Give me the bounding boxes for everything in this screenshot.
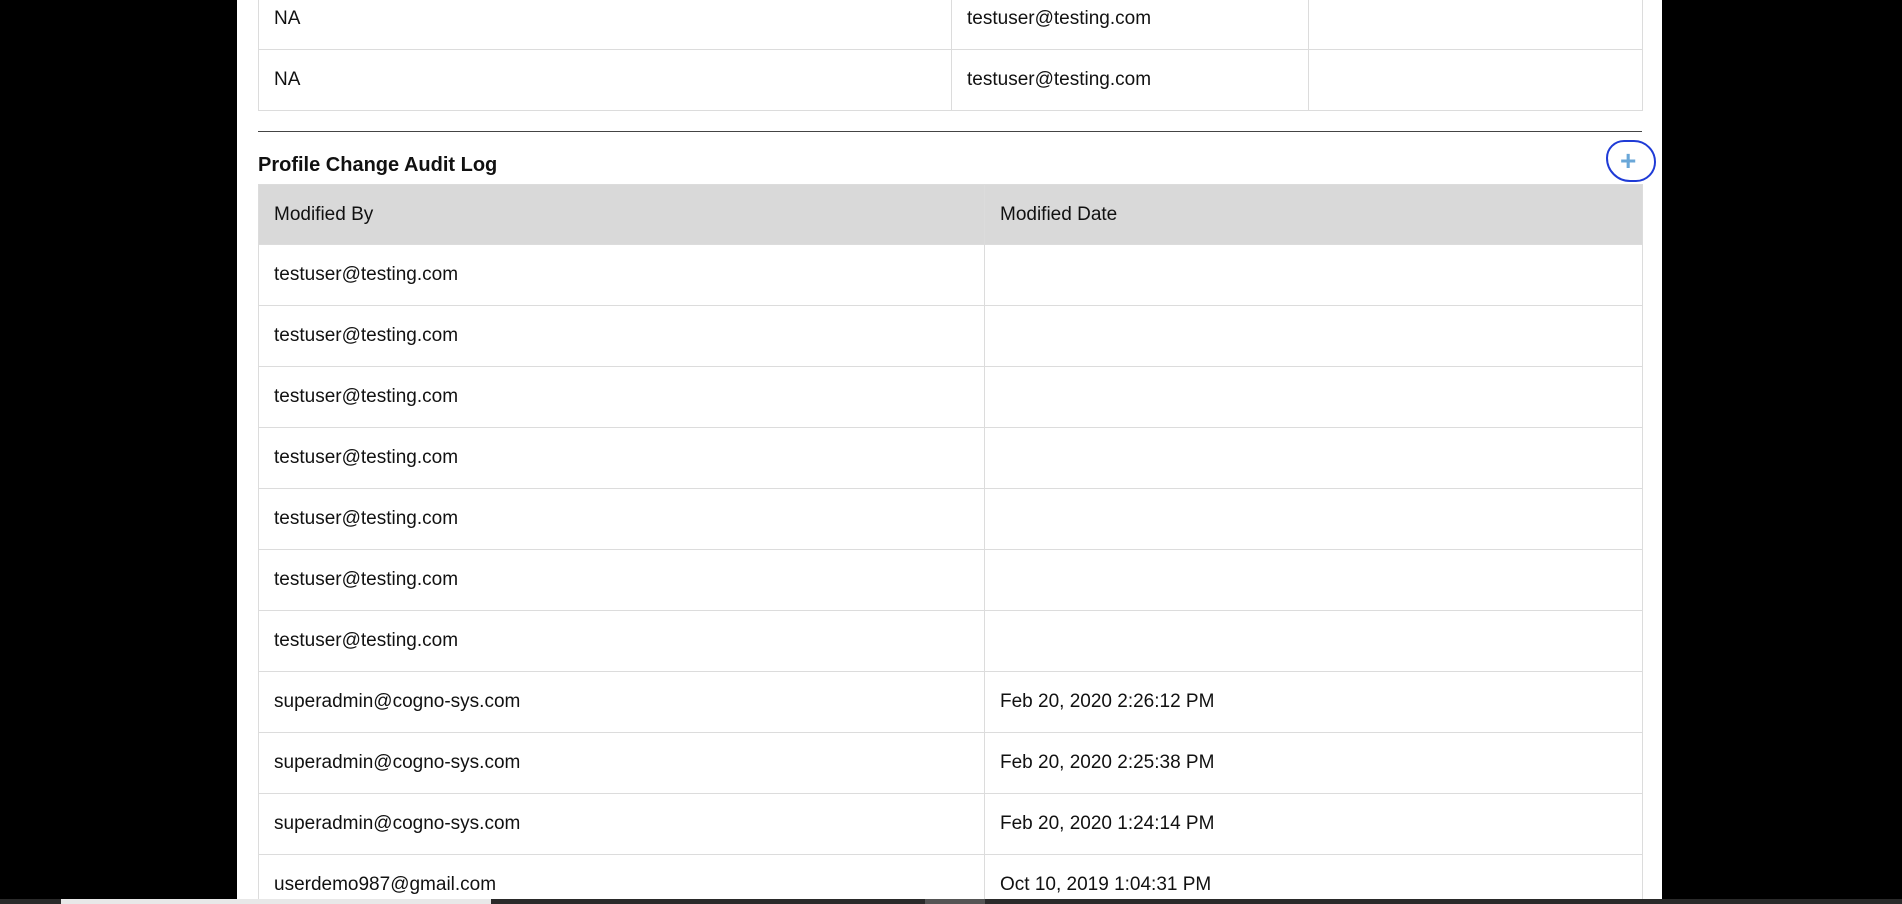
modified-by-cell: superadmin@cogno-sys.com [258, 671, 985, 733]
content: NA testuser@testing.com NA testuser@test… [258, 0, 1656, 904]
table-cell: NA [258, 49, 952, 111]
expand-button[interactable]: + [1606, 140, 1656, 182]
table-row: NA testuser@testing.com [258, 0, 1643, 50]
modified-date-cell [984, 549, 1643, 611]
table-row: testuser@testing.com [258, 488, 1643, 550]
modified-date-cell: Feb 20, 2020 2:26:12 PM [984, 671, 1643, 733]
table-row: testuser@testing.com [258, 610, 1643, 672]
column-header-modified-date[interactable]: Modified Date [984, 184, 1643, 245]
modified-date-cell [984, 244, 1643, 306]
modified-by-cell: testuser@testing.com [258, 610, 985, 672]
modified-by-cell: testuser@testing.com [258, 488, 985, 550]
table-row: superadmin@cogno-sys.com Feb 20, 2020 2:… [258, 732, 1643, 794]
modified-by-cell: superadmin@cogno-sys.com [258, 793, 985, 855]
table-row: testuser@testing.com [258, 427, 1643, 489]
modified-date-cell: Oct 10, 2019 1:04:31 PM [984, 854, 1643, 904]
modified-date-cell: Feb 20, 2020 1:24:14 PM [984, 793, 1643, 855]
modified-date-cell [984, 305, 1643, 367]
top-table: NA testuser@testing.com NA testuser@test… [258, 0, 1643, 111]
plus-icon: + [1620, 145, 1637, 176]
modified-by-cell: testuser@testing.com [258, 305, 985, 367]
horizontal-scrollbar[interactable] [0, 899, 1902, 904]
table-row: testuser@testing.com [258, 366, 1643, 428]
modified-by-cell: testuser@testing.com [258, 244, 985, 306]
table-row: userdemo987@gmail.com Oct 10, 2019 1:04:… [258, 854, 1643, 904]
table-cell: testuser@testing.com [951, 0, 1309, 50]
scrollbar-thumb[interactable] [61, 899, 491, 904]
scrollbar-segment [925, 899, 985, 904]
table-header-row: Modified By Modified Date [258, 184, 1643, 245]
table-cell [1308, 0, 1643, 50]
modified-date-cell: Feb 20, 2020 2:25:38 PM [984, 732, 1643, 794]
table-row: testuser@testing.com [258, 244, 1643, 306]
modified-by-cell: testuser@testing.com [258, 366, 985, 428]
section-title: Profile Change Audit Log [258, 154, 498, 176]
modified-date-cell [984, 488, 1643, 550]
column-header-modified-by[interactable]: Modified By [258, 184, 985, 245]
modified-by-cell: userdemo987@gmail.com [258, 854, 985, 904]
table-row: superadmin@cogno-sys.com Feb 20, 2020 1:… [258, 793, 1643, 855]
modified-by-cell: superadmin@cogno-sys.com [258, 732, 985, 794]
modified-date-cell [984, 427, 1643, 489]
modified-date-cell [984, 610, 1643, 672]
table-row: superadmin@cogno-sys.com Feb 20, 2020 2:… [258, 671, 1643, 733]
table-cell: testuser@testing.com [951, 49, 1309, 111]
table-row: testuser@testing.com [258, 305, 1643, 367]
audit-log-header: Profile Change Audit Log + [258, 132, 1656, 184]
modified-by-cell: testuser@testing.com [258, 549, 985, 611]
table-cell: NA [258, 0, 952, 50]
table-row: testuser@testing.com [258, 549, 1643, 611]
table-row: NA testuser@testing.com [258, 49, 1643, 111]
table-cell [1308, 49, 1643, 111]
page: NA testuser@testing.com NA testuser@test… [237, 0, 1662, 904]
audit-log-table: Modified By Modified Date testuser@testi… [258, 184, 1643, 904]
modified-date-cell [984, 366, 1643, 428]
modified-by-cell: testuser@testing.com [258, 427, 985, 489]
